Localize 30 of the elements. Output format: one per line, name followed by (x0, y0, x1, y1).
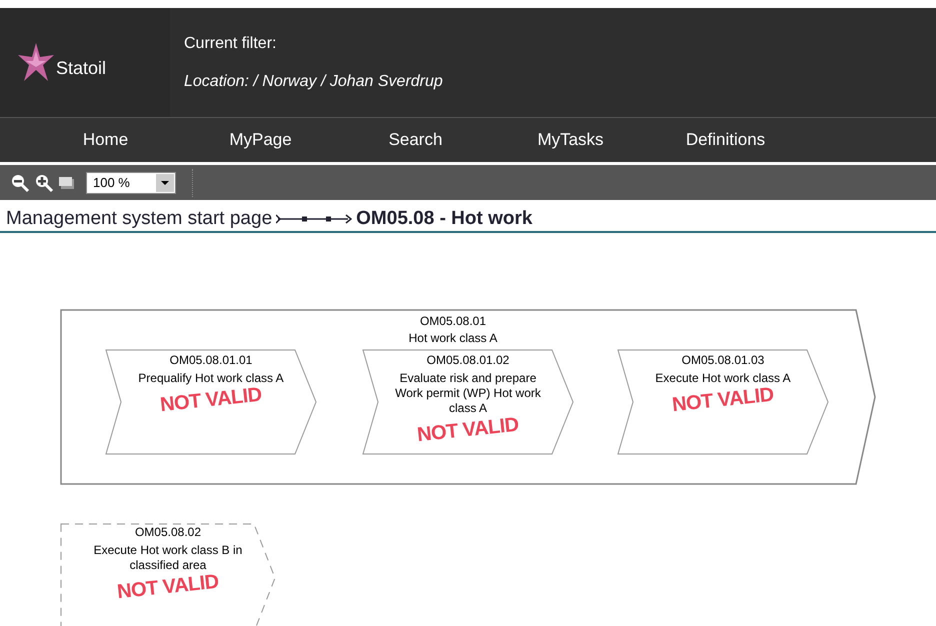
group-title: Hot work class A (408, 330, 498, 347)
group-code: OM05.08.01 (420, 313, 486, 330)
logo-icon (18, 42, 54, 82)
dropdown-caret-icon (156, 174, 174, 192)
nav-link[interactable]: MyPage (183, 127, 338, 153)
process-title: Evaluate risk and prepare Work permit (WP) Hot work class A (394, 371, 542, 416)
status-label: NOT VALID (159, 384, 263, 416)
process-title: Execute Hot work class A (655, 371, 791, 386)
nav-link[interactable]: Search (338, 127, 493, 153)
zoom-in-icon[interactable] (34, 172, 54, 192)
status-label: NOT VALID (671, 384, 775, 416)
process-title: Execute Hot work class B in classified area (92, 543, 244, 573)
nav-link[interactable]: MyTasks (493, 127, 648, 153)
breadcrumb-current: OM05.08 - Hot work (356, 206, 532, 231)
nav-link[interactable]: Home (28, 127, 183, 153)
process-code: OM05.08.02 (134, 525, 202, 540)
filter-label: Current filter: (184, 34, 278, 54)
status-label: NOT VALID (416, 414, 520, 446)
filter-value: Location: / Norway / Johan Sverdrup (184, 72, 443, 92)
process-code: OM05.08.01.01 (170, 353, 252, 368)
nav-link[interactable]: Definitions (648, 127, 803, 153)
breadcrumb-link[interactable]: Management system start page (6, 204, 272, 234)
process-code: OM05.08.01.03 (682, 353, 764, 368)
logo-text: Statoil (56, 57, 106, 80)
zoom-out-icon[interactable] (10, 172, 30, 192)
process-code: OM05.08.01.02 (426, 353, 510, 368)
process-title: Prequalify Hot work class A (138, 371, 284, 386)
breadcrumb-arrow-icon (276, 214, 352, 224)
status-label: NOT VALID (116, 572, 220, 602)
zoom-select[interactable]: 100 % (86, 172, 176, 194)
